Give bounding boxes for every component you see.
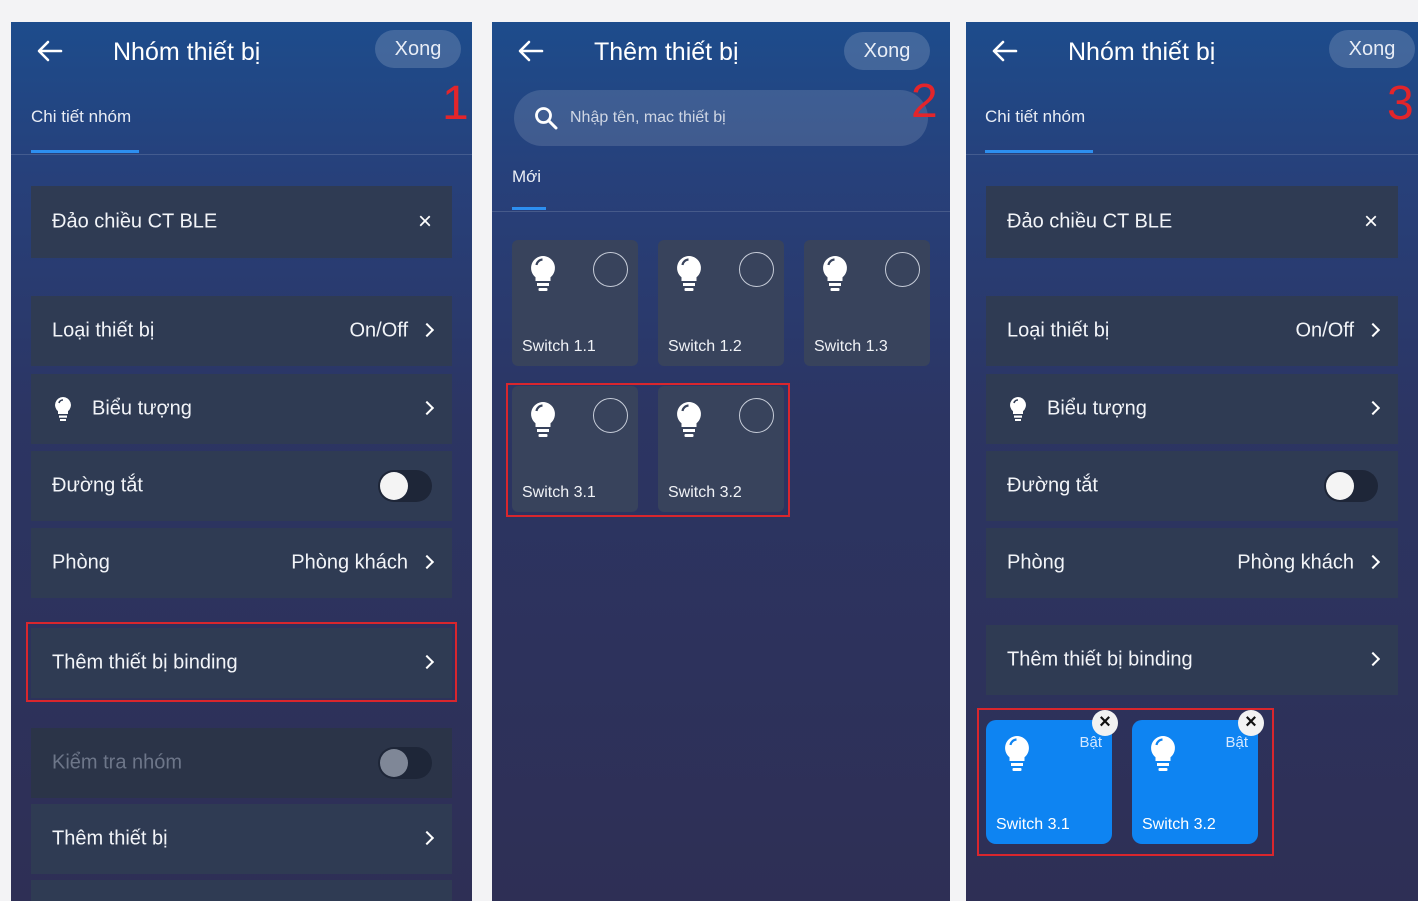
shortcut-label: Đường tắt xyxy=(1007,474,1098,497)
chevron-right-icon xyxy=(419,322,435,338)
icon-row[interactable]: Biểu tượng xyxy=(986,374,1398,444)
add-binding-device-row[interactable]: Thêm thiết bị binding xyxy=(986,625,1398,695)
search-field[interactable]: Nhập tên, mac thiết bị xyxy=(514,90,928,146)
group-name: Đảo chiều CT BLE xyxy=(1007,210,1173,233)
bulb-icon xyxy=(55,397,71,421)
device-type-value: On/Off xyxy=(1295,319,1354,342)
device-type-row[interactable]: Loại thiết bị On/Off xyxy=(31,296,452,366)
divider xyxy=(11,154,472,155)
tab-group-details[interactable]: Chi tiết nhóm xyxy=(31,107,131,127)
bulb-icon xyxy=(820,254,850,299)
tab-underline xyxy=(512,207,546,210)
search-placeholder: Nhập tên, mac thiết bị xyxy=(570,109,726,126)
room-label: Phòng xyxy=(1007,551,1065,574)
header: Nhóm thiết bị Xong xyxy=(11,22,472,82)
highlight-box xyxy=(26,622,457,702)
room-row[interactable]: Phòng Phòng khách xyxy=(986,528,1398,598)
chevron-right-icon xyxy=(419,400,435,416)
test-group-label: Kiểm tra nhóm xyxy=(52,751,183,774)
divider xyxy=(966,154,1418,155)
highlight-box xyxy=(506,383,790,517)
group-name-field[interactable]: Đảo chiều CT BLE × xyxy=(986,186,1398,258)
tab-underline xyxy=(31,150,139,153)
clear-icon[interactable]: × xyxy=(1364,208,1378,236)
chevron-right-icon xyxy=(419,554,435,570)
add-device-label: Thêm thiết bị xyxy=(52,827,168,850)
bulb-icon xyxy=(674,254,704,299)
panel-group-details: Nhóm thiết bị Xong 1 Chi tiết nhóm Đảo c… xyxy=(11,22,472,901)
room-label: Phòng xyxy=(52,551,110,574)
tab-new[interactable]: Mới xyxy=(512,167,541,187)
header: Thêm thiết bị Xong xyxy=(492,22,950,82)
step-number: 2 xyxy=(911,75,938,128)
back-arrow-icon[interactable] xyxy=(992,40,1018,62)
chevron-right-icon xyxy=(1365,554,1381,570)
done-button[interactable]: Xong xyxy=(844,32,930,70)
shortcut-toggle[interactable] xyxy=(1324,470,1378,502)
clear-icon[interactable]: × xyxy=(418,208,432,236)
device-card[interactable]: Switch 1.1 xyxy=(512,240,638,366)
shortcut-row: Đường tắt xyxy=(31,451,452,521)
done-button[interactable]: Xong xyxy=(1329,30,1415,68)
toggle-knob xyxy=(380,472,408,500)
shortcut-label: Đường tắt xyxy=(52,474,143,497)
page-title: Nhóm thiết bị xyxy=(1068,38,1216,66)
tab-underline xyxy=(985,150,1093,153)
search-icon xyxy=(535,107,558,130)
next-row xyxy=(31,880,452,901)
device-card[interactable]: Switch 1.3 xyxy=(804,240,930,366)
divider xyxy=(492,211,950,212)
chevron-right-icon xyxy=(1365,651,1381,667)
select-radio[interactable] xyxy=(593,252,628,287)
group-name-field[interactable]: Đảo chiều CT BLE × xyxy=(31,186,452,258)
test-group-toggle[interactable] xyxy=(378,747,432,779)
page-title: Nhóm thiết bị xyxy=(113,38,261,66)
select-radio[interactable] xyxy=(885,252,920,287)
select-radio[interactable] xyxy=(739,252,774,287)
shortcut-toggle[interactable] xyxy=(378,470,432,502)
panel-add-device: Thêm thiết bị Xong Nhập tên, mac thiết b… xyxy=(492,22,950,901)
icon-label: Biểu tượng xyxy=(92,397,192,420)
step-number: 1 xyxy=(442,77,469,130)
header: Nhóm thiết bị Xong xyxy=(966,22,1418,82)
panel-group-details-bound: Nhóm thiết bị Xong 3 Chi tiết nhóm Đảo c… xyxy=(966,22,1418,901)
device-type-value: On/Off xyxy=(349,319,408,342)
tab-group-details[interactable]: Chi tiết nhóm xyxy=(985,107,1085,127)
done-button[interactable]: Xong xyxy=(375,30,461,68)
back-arrow-icon[interactable] xyxy=(518,40,544,62)
device-type-label: Loại thiết bị xyxy=(52,319,155,342)
page-title: Thêm thiết bị xyxy=(594,38,739,66)
icon-row[interactable]: Biểu tượng xyxy=(31,374,452,444)
room-row[interactable]: Phòng Phòng khách xyxy=(31,528,452,598)
add-binding-label: Thêm thiết bị binding xyxy=(1007,648,1193,671)
chevron-right-icon xyxy=(1365,400,1381,416)
device-type-label: Loại thiết bị xyxy=(1007,319,1110,342)
group-name: Đảo chiều CT BLE xyxy=(52,210,218,233)
toggle-knob xyxy=(1326,472,1354,500)
bulb-icon xyxy=(528,254,558,299)
device-name: Switch 1.2 xyxy=(668,338,742,355)
highlight-box xyxy=(977,708,1274,856)
room-value: Phòng khách xyxy=(1237,551,1354,574)
device-card[interactable]: Switch 1.2 xyxy=(658,240,784,366)
chevron-right-icon xyxy=(419,830,435,846)
back-arrow-icon[interactable] xyxy=(37,40,63,62)
icon-label: Biểu tượng xyxy=(1047,397,1147,420)
test-group-row: Kiểm tra nhóm xyxy=(31,728,452,798)
shortcut-row: Đường tắt xyxy=(986,451,1398,521)
bulb-icon xyxy=(1010,397,1026,421)
chevron-right-icon xyxy=(1365,322,1381,338)
device-name: Switch 1.1 xyxy=(522,338,596,355)
device-name: Switch 1.3 xyxy=(814,338,888,355)
add-device-row[interactable]: Thêm thiết bị xyxy=(31,804,452,874)
device-type-row[interactable]: Loại thiết bị On/Off xyxy=(986,296,1398,366)
room-value: Phòng khách xyxy=(291,551,408,574)
step-number: 3 xyxy=(1387,77,1414,130)
toggle-knob xyxy=(380,749,408,777)
